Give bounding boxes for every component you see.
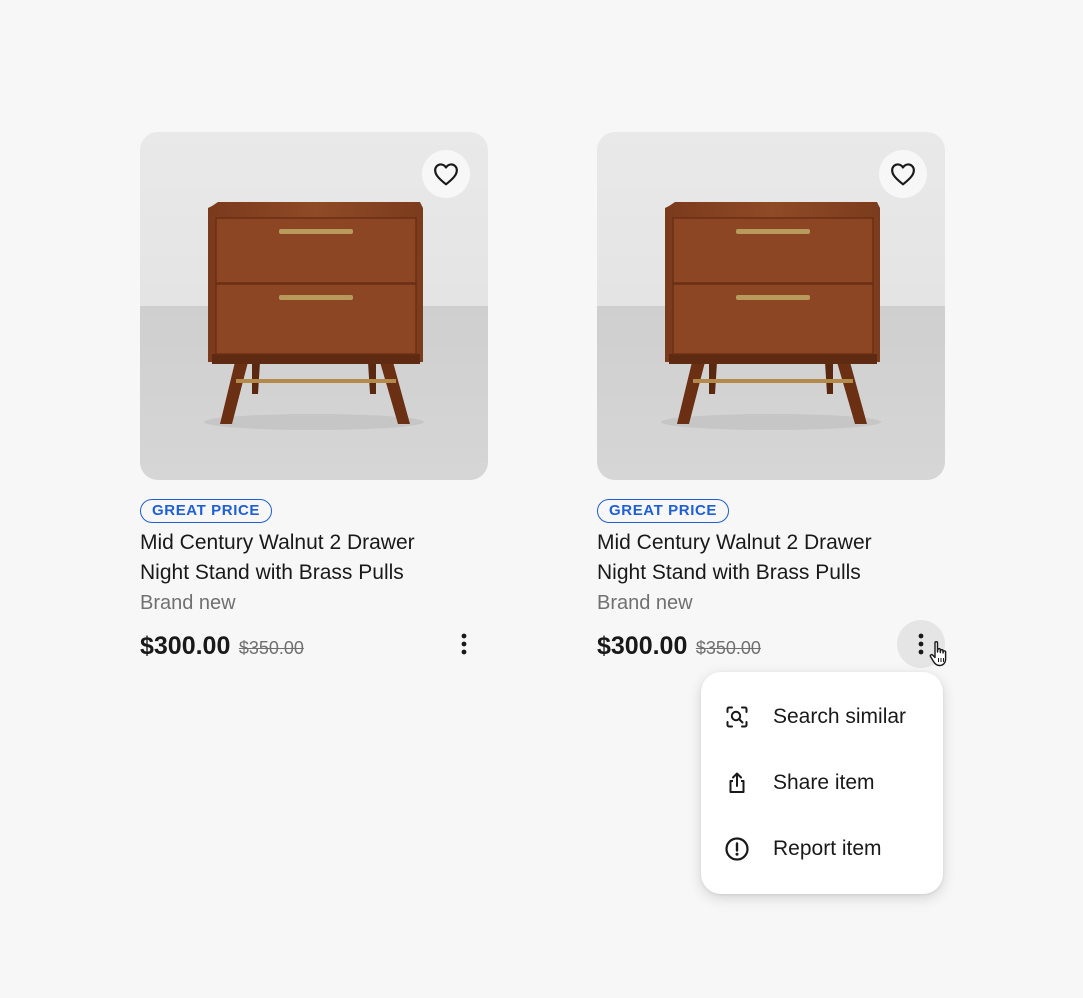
item-condition: Brand new — [597, 592, 693, 614]
image-search-icon — [723, 703, 751, 731]
context-menu: Search similar Share item Report item — [701, 672, 943, 894]
heart-outline-icon — [891, 163, 915, 186]
alert-circle-icon — [723, 835, 751, 863]
menu-item-label: Share item — [773, 771, 875, 794]
more-vertical-icon — [461, 633, 467, 655]
listing-title[interactable]: Mid Century Walnut 2 Drawer Night Stand … — [597, 528, 917, 588]
product-image[interactable] — [597, 132, 945, 480]
share-icon — [723, 769, 751, 797]
item-condition: Brand new — [140, 592, 236, 614]
favorite-button[interactable] — [879, 150, 927, 198]
favorite-button[interactable] — [422, 150, 470, 198]
deal-badge: GREAT PRICE — [140, 499, 272, 523]
more-options-button[interactable] — [440, 620, 488, 668]
price-row: $300.00 $350.00 — [597, 620, 945, 668]
menu-item-label: Search similar — [773, 705, 907, 728]
product-card[interactable]: GREAT PRICE Mid Century Walnut 2 Drawer … — [140, 132, 488, 664]
current-price: $300.00 — [140, 632, 231, 660]
current-price: $300.00 — [597, 632, 688, 660]
menu-item-label: Report item — [773, 837, 882, 860]
product-image[interactable] — [140, 132, 488, 480]
product-card[interactable]: GREAT PRICE Mid Century Walnut 2 Drawer … — [597, 132, 945, 668]
price-row: $300.00 $350.00 — [140, 632, 488, 664]
menu-item-report[interactable]: Report item — [701, 816, 943, 882]
original-price: $350.00 — [238, 638, 304, 658]
menu-item-share[interactable]: Share item — [701, 750, 943, 816]
heart-outline-icon — [434, 163, 458, 186]
more-vertical-icon — [918, 633, 924, 655]
original-price: $350.00 — [695, 638, 761, 658]
menu-item-search-similar[interactable]: Search similar — [701, 684, 943, 750]
deal-badge: GREAT PRICE — [597, 499, 729, 523]
listing-title[interactable]: Mid Century Walnut 2 Drawer Night Stand … — [140, 528, 460, 588]
hand-pointer-cursor-icon — [929, 641, 947, 667]
